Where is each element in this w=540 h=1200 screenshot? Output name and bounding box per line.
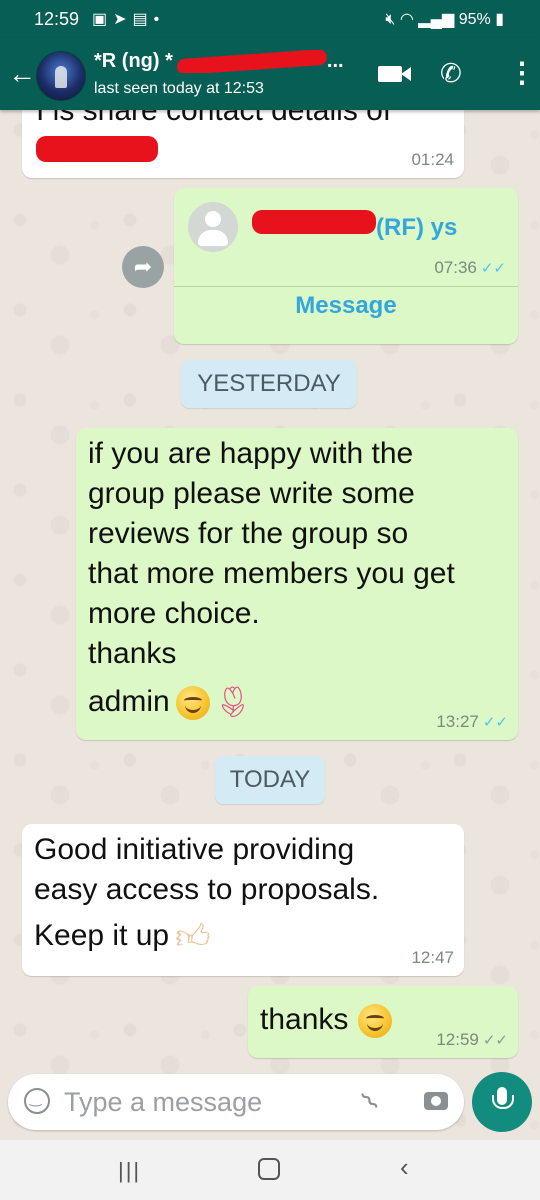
message-time: 12:59 ✓✓	[436, 1030, 508, 1049]
redaction-mark	[176, 50, 328, 73]
home-icon[interactable]	[258, 1158, 280, 1180]
back-arrow-icon[interactable]: ←	[8, 60, 36, 88]
voice-record-button[interactable]	[472, 1072, 532, 1132]
avatar[interactable]	[36, 51, 86, 101]
microphone-icon	[492, 1087, 514, 1109]
date-separator: YESTERDAY	[181, 360, 357, 408]
status-bar: 12:59 ▣➤▤• 🔇︎ ◠ ▂▄▆ 95% ▮	[0, 0, 540, 38]
message-input[interactable]: Type a message	[64, 1087, 262, 1118]
read-receipt-icon: ✓✓	[480, 260, 506, 277]
message-time: 13:27 ✓✓	[436, 712, 508, 731]
message-input-bar[interactable]: Type a message ⌇	[8, 1074, 464, 1130]
clock: 12:59	[34, 9, 80, 29]
message-text: if you are happy with the group please w…	[88, 434, 455, 723]
contact-card-bubble[interactable]: (RF) ys 07:36 ✓✓ Message	[174, 188, 518, 344]
camera-icon[interactable]	[424, 1092, 448, 1110]
notification-icons: ▣➤▤•	[92, 9, 165, 29]
dot-icon: •	[153, 11, 166, 28]
more-options-icon[interactable]: ⋮	[508, 56, 536, 89]
nav-back-icon[interactable]: ‹	[400, 1152, 409, 1183]
message-text: Good initiative providing easy access to…	[34, 833, 380, 957]
message-time: 12:47	[411, 948, 454, 967]
mute-icon: 🔇︎	[385, 11, 396, 28]
wifi-icon: ◠	[399, 11, 414, 28]
read-receipt-icon: ✓✓	[482, 714, 508, 731]
message-time: 01:24	[411, 150, 454, 169]
smiling-face-emoji-icon	[175, 686, 210, 721]
contact-name[interactable]: *R (ng) *...	[94, 50, 354, 73]
redaction-mark	[252, 210, 376, 234]
system-navigation-bar: ||| ‹	[0, 1140, 540, 1200]
signal-icon: ▂▄▆	[418, 11, 455, 28]
message-text: thanks	[260, 1000, 393, 1040]
tulip-emoji-icon: 🌷︎	[213, 686, 252, 720]
message-time: 07:36 ✓✓	[434, 258, 506, 277]
shared-contact-name: (RF) ys	[376, 214, 458, 241]
delivered-receipt-icon: ✓✓	[482, 1032, 508, 1049]
gallery-icon: ▣	[92, 11, 114, 28]
forward-icon[interactable]: ➦	[122, 246, 164, 288]
send-icon: ➤	[113, 11, 133, 28]
battery-percent: 95%	[458, 11, 491, 28]
message-bubble-incoming[interactable]: Good initiative providing easy access to…	[22, 824, 464, 976]
battery-icon: ▮	[495, 11, 504, 28]
video-call-icon[interactable]	[378, 66, 411, 82]
last-seen-status: last seen today at 12:53	[94, 80, 264, 97]
emoji-picker-icon[interactable]	[24, 1088, 50, 1114]
phone-call-icon[interactable]: ✆	[440, 58, 462, 89]
recent-apps-icon[interactable]: |||	[118, 1158, 141, 1184]
attach-icon[interactable]: ⌇	[355, 1086, 386, 1117]
message-icon: ▤	[132, 11, 154, 28]
message-contact-button[interactable]: Message	[174, 292, 518, 320]
redaction-mark	[36, 136, 158, 162]
message-bubble-outgoing[interactable]: thanks 12:59 ✓✓	[248, 986, 518, 1058]
contact-avatar-icon	[188, 202, 238, 252]
date-separator: TODAY	[215, 756, 325, 804]
thumbs-up-emoji-icon: 👍︎	[175, 918, 211, 957]
smiling-face-emoji-icon	[358, 1004, 393, 1039]
message-bubble-outgoing[interactable]: if you are happy with the group please w…	[76, 428, 518, 740]
divider	[174, 286, 518, 287]
chat-header: ← *R (ng) *... last seen today at 12:53 …	[0, 38, 540, 110]
system-icons: 🔇︎ ◠ ▂▄▆ 95% ▮	[385, 9, 504, 29]
